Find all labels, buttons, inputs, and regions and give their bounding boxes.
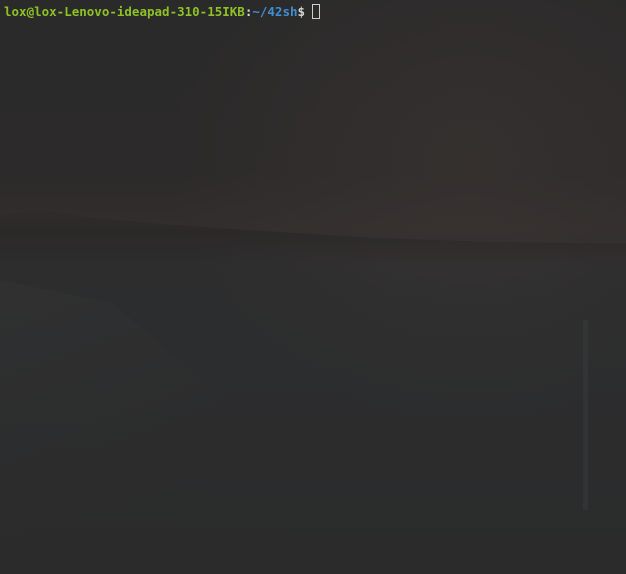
wallpaper-post [583,320,588,510]
text-cursor[interactable] [312,4,321,19]
prompt-user-host: lox@lox-Lenovo-ideapad-310-15IKB [4,4,245,19]
wallpaper-slope [0,280,489,574]
shell-prompt[interactable]: lox@lox-Lenovo-ideapad-310-15IKB:~/42sh$ [4,3,321,20]
terminal-window[interactable]: lox@lox-Lenovo-ideapad-310-15IKB:~/42sh$ [0,0,626,574]
wallpaper-hill [0,209,626,265]
prompt-path: ~/42sh [252,4,298,19]
prompt-symbol: $ [297,4,306,19]
